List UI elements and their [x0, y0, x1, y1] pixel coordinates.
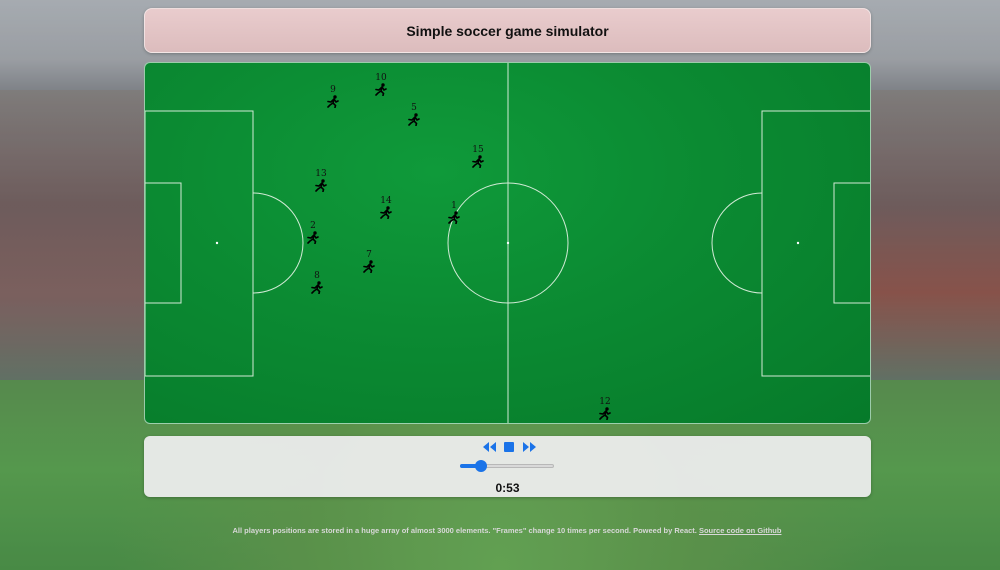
fast-forward-icon	[522, 442, 536, 452]
running-player-icon	[363, 260, 375, 273]
player-marker: 8	[307, 271, 327, 294]
player-marker: 7	[359, 250, 379, 273]
header: Simple soccer game simulator	[144, 8, 871, 53]
running-player-icon	[315, 179, 327, 192]
player-marker: 14	[376, 196, 396, 219]
player-number: 7	[366, 250, 372, 260]
running-player-icon	[472, 155, 484, 168]
playback-controls: 0:53	[144, 436, 871, 497]
player-number: 15	[472, 145, 484, 155]
soccer-pitch: 9 10 5 15 13 14 1 2 7 8 12	[144, 62, 871, 424]
player-number: 13	[315, 169, 327, 179]
player-marker: 12	[595, 397, 615, 420]
player-marker: 9	[323, 85, 343, 108]
stop-icon	[504, 442, 514, 452]
player-number: 2	[310, 221, 316, 231]
slider-thumb[interactable]	[474, 460, 487, 472]
player-marker: 5	[404, 103, 424, 126]
player-number: 14	[380, 196, 392, 206]
player-marker: 10	[371, 73, 391, 96]
player-number: 10	[375, 73, 387, 83]
fast-forward-button[interactable]	[522, 441, 536, 453]
player-number: 8	[314, 271, 320, 281]
running-player-icon	[599, 407, 611, 420]
playback-buttons	[482, 440, 536, 454]
running-player-icon	[375, 83, 387, 96]
pitch-markings	[145, 63, 870, 423]
stop-button[interactable]	[502, 441, 516, 453]
player-marker: 2	[303, 221, 323, 244]
running-player-icon	[307, 231, 319, 244]
player-marker: 13	[311, 169, 331, 192]
rewind-button[interactable]	[482, 441, 496, 453]
running-player-icon	[311, 281, 323, 294]
elapsed-time: 0:53	[495, 481, 520, 495]
running-player-icon	[448, 211, 460, 224]
rewind-icon	[482, 442, 496, 452]
time-slider[interactable]	[460, 460, 554, 472]
player-number: 12	[599, 397, 611, 407]
player-number: 1	[451, 201, 457, 211]
player-marker: 1	[444, 201, 464, 224]
running-player-icon	[408, 113, 420, 126]
player-marker: 15	[468, 145, 488, 168]
player-number: 9	[330, 85, 336, 95]
page-title: Simple soccer game simulator	[406, 22, 609, 39]
footer-text: All players positions are stored in a hu…	[232, 526, 697, 535]
github-link[interactable]: Source code on Github	[699, 526, 782, 535]
player-number: 5	[411, 103, 417, 113]
running-player-icon	[327, 95, 339, 108]
footer-note: All players positions are stored in a hu…	[0, 526, 1000, 535]
running-player-icon	[380, 206, 392, 219]
